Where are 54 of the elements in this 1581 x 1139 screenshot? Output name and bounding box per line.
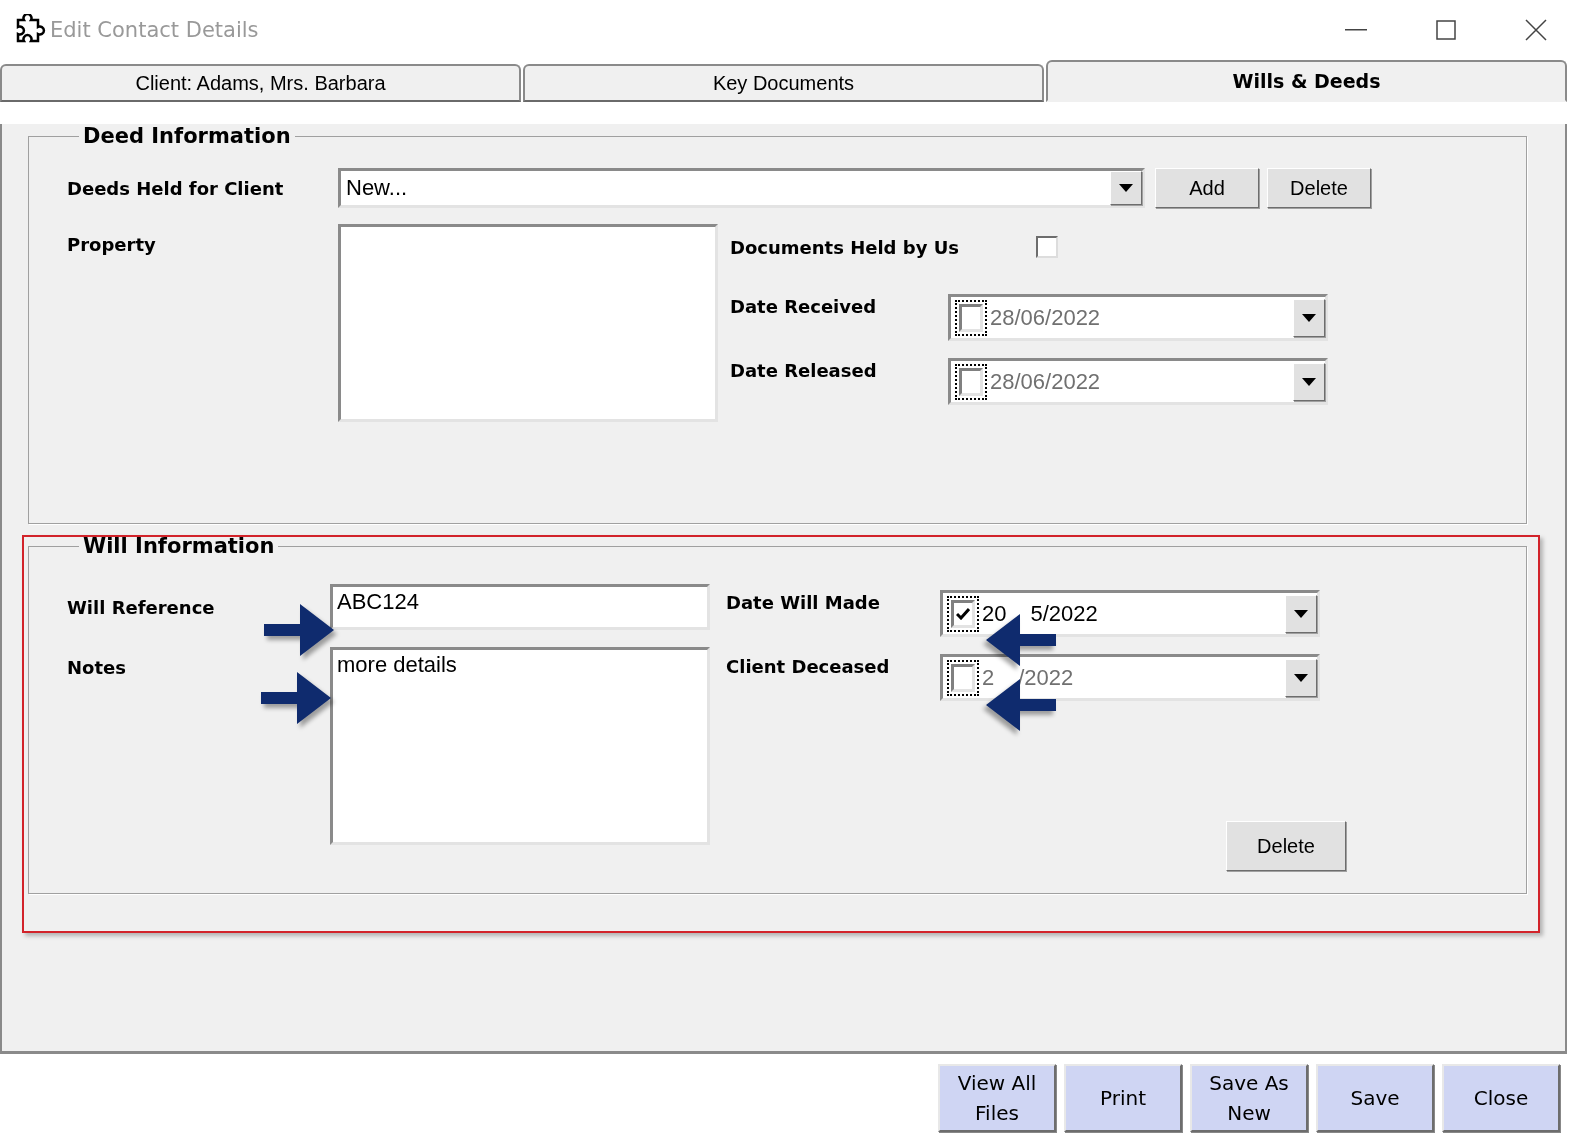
checkbox[interactable] [959,303,983,332]
notes-field[interactable]: more details [330,647,710,845]
caret-icon [1119,184,1133,192]
field-label: Date Received [730,296,878,317]
dropdown-field[interactable]: New... [338,168,1145,208]
dropdown-button[interactable] [1285,594,1317,633]
date-picker[interactable]: 28/06/2022 [948,294,1328,341]
delete-button[interactable]: Delete [1267,168,1371,208]
footer-button[interactable]: Save As New [1190,1064,1308,1132]
caret-icon [1294,673,1308,682]
footer-button[interactable]: Close [1442,1064,1560,1132]
caret-icon [1294,609,1308,618]
add-button[interactable]: Add [1155,168,1259,208]
field-label: Deeds Held for Client [67,177,285,199]
footer-button[interactable]: Save [1316,1064,1434,1132]
caret-icon [1302,313,1316,322]
section-title: Deed Information [82,124,292,148]
checkbox[interactable] [959,367,983,396]
maximize-icon [1436,20,1456,40]
close-icon [1525,19,1547,41]
field-label: Property [67,234,157,255]
delete-button[interactable]: Delete [1226,821,1346,871]
checkmark-icon [956,607,970,620]
checkbox[interactable] [1036,236,1058,258]
field-label: Will Reference [67,596,216,618]
date-value: 20 5/2022 [982,600,1098,627]
date-picker[interactable]: 28/06/2022 [948,358,1328,405]
dropdown-button[interactable] [1293,298,1325,337]
will-reference-field[interactable]: ABC124 [330,584,710,630]
field-label: Date Released [730,360,878,381]
date-value: 2 /2022 [982,664,1074,691]
field-label: Notes [67,657,127,678]
date-picker[interactable]: 20 5/2022 [940,590,1320,637]
tab[interactable]: Key Documents [523,64,1044,102]
footer-button[interactable]: Print [1064,1064,1182,1132]
field-label: Documents Held by Us [730,236,960,258]
date-picker[interactable]: 2 /2022 [940,654,1320,701]
checkbox[interactable] [951,599,975,628]
dropdown-button[interactable] [1293,362,1325,401]
caret-icon [1302,377,1316,386]
window-title: Edit Contact Details [50,18,259,42]
dropdown-button[interactable] [1285,658,1317,697]
dropdown-button[interactable] [1110,171,1142,205]
date-value: 28/06/2022 [990,304,1101,331]
footer-button[interactable]: View All Files [938,1064,1056,1132]
field-label: Date Will Made [726,592,881,613]
checkbox[interactable] [951,663,975,692]
date-value: 28/06/2022 [990,368,1101,395]
tab[interactable]: Wills & Deeds [1046,60,1567,102]
tab[interactable]: Client: Adams, Mrs. Barbara [0,64,521,102]
field-label: Client Deceased [726,656,891,677]
section-title: Will Information [82,534,276,558]
property-field[interactable] [338,224,718,422]
minimize-icon [1345,29,1367,31]
